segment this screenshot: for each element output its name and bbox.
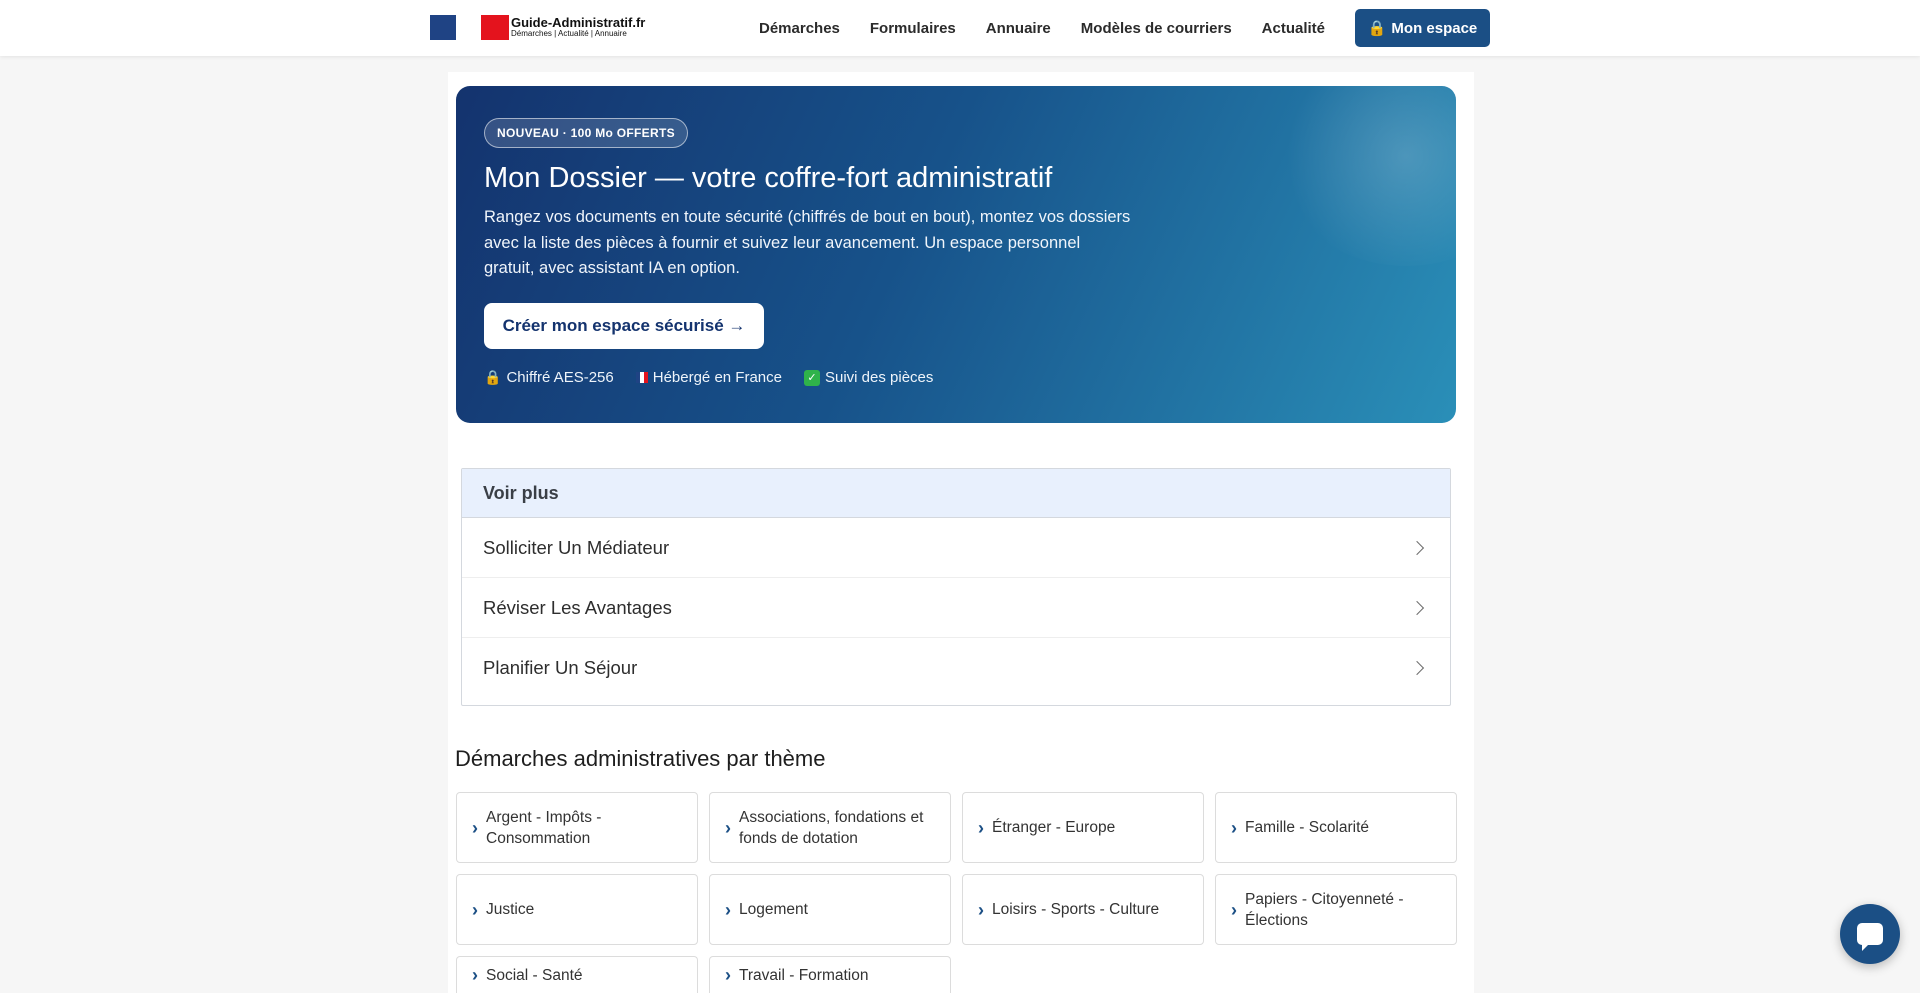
- chevron-right-icon: [1409, 600, 1425, 615]
- chevron-right-icon: [1409, 540, 1425, 555]
- chevron-right-icon: [1409, 660, 1425, 676]
- theme-tile-papiers[interactable]: › Papiers - Citoyenneté - Élections: [1215, 874, 1457, 945]
- chevron-right-icon: ›: [725, 965, 731, 985]
- voir-plus-item[interactable]: Planifier Un Séjour: [462, 638, 1450, 698]
- chat-widget-button[interactable]: [1840, 904, 1900, 964]
- logo-text: Guide-Administratif.fr Démarches | Actua…: [511, 16, 645, 38]
- theme-tile-argent[interactable]: › Argent - Impôts - Consommation: [456, 792, 698, 863]
- feature-tracking: ✓ Suivi des pièces: [803, 369, 934, 386]
- voir-plus-item-label: Réviser Les Avantages: [483, 596, 672, 618]
- theme-tile-associations[interactable]: › Associations, fondations et fonds de d…: [709, 792, 951, 863]
- logo-subtitle: Démarches | Actualité | Annuaire: [511, 29, 627, 38]
- chevron-right-icon: ›: [472, 899, 478, 920]
- theme-label: Loisirs - Sports - Culture: [992, 901, 1160, 918]
- chevron-right-icon: ›: [472, 817, 478, 838]
- feature-encryption: 🔒 Chiffré AES-256: [484, 369, 614, 386]
- voir-plus-item[interactable]: Solliciter Un Médiateur: [462, 518, 1450, 578]
- create-secure-space-button[interactable]: Créer mon espace sécurisé →: [484, 303, 764, 349]
- nav-formulaires[interactable]: Formulaires: [870, 20, 956, 37]
- nav-actualite[interactable]: Actualité: [1262, 20, 1325, 37]
- chevron-right-icon: ›: [1231, 817, 1237, 838]
- mon-espace-label: Mon espace: [1391, 19, 1478, 37]
- theme-label: Logement: [739, 901, 808, 918]
- chevron-right-icon: ›: [725, 817, 731, 838]
- chevron-right-icon: ›: [978, 899, 984, 920]
- mon-espace-button[interactable]: 🔒 Mon espace: [1355, 9, 1490, 47]
- nav-annuaire[interactable]: Annuaire: [986, 20, 1051, 37]
- banner-glow: [1276, 86, 1456, 266]
- voir-plus-item-label: Planifier Un Séjour: [483, 657, 638, 678]
- lock-icon: 🔒: [484, 369, 502, 385]
- top-navigation-bar: Guide-Administratif.fr Démarches | Actua…: [0, 0, 1920, 56]
- logo-title: Guide-Administratif.fr: [511, 15, 646, 30]
- chevron-right-icon: ›: [1231, 899, 1237, 920]
- chevron-right-icon: ›: [472, 965, 478, 985]
- theme-label: Associations, fondations et fonds de dot…: [739, 808, 924, 847]
- banner-title: Mon Dossier — votre coffre-fort administ…: [484, 162, 1053, 194]
- theme-tile-loisirs[interactable]: › Loisirs - Sports - Culture: [962, 874, 1204, 945]
- theme-tile-social[interactable]: › Social - Santé: [456, 956, 698, 993]
- theme-label: Social - Santé: [486, 966, 583, 984]
- banner-description: Rangez vos documents en toute sécurité (…: [484, 208, 1131, 277]
- chat-bubble-icon: [1857, 923, 1883, 951]
- new-offer-badge: NOUVEAU · 100 Mo OFFERTS: [484, 118, 688, 148]
- feature-hosting: Hébergé en France: [635, 369, 782, 386]
- nav-demarches[interactable]: Démarches: [759, 20, 840, 37]
- mon-dossier-banner: NOUVEAU · 100 Mo OFFERTS Mon Dossier — v…: [456, 86, 1456, 423]
- theme-label: Justice: [486, 901, 535, 918]
- banner-features: 🔒 Chiffré AES-256 Hébergé en France ✓ Su…: [484, 369, 955, 386]
- voir-plus-box: Voir plus Solliciter Un Médiateur Révise…: [461, 468, 1451, 706]
- feature-tracking-label: Suivi des pièces: [824, 369, 934, 386]
- site-logo[interactable]: Guide-Administratif.fr Démarches | Actua…: [430, 14, 645, 40]
- themes-section-title: Démarches administratives par thème: [455, 746, 826, 771]
- logo-blue-square: [430, 14, 456, 40]
- logo-red-square: [481, 14, 509, 40]
- chevron-right-icon: ›: [725, 899, 731, 920]
- theme-label: Travail - Formation: [739, 966, 869, 984]
- check-icon: ✓: [803, 369, 820, 386]
- theme-tile-logement[interactable]: › Logement: [709, 874, 951, 945]
- nav-modeles-courriers[interactable]: Modèles de courriers: [1081, 20, 1232, 37]
- voir-plus-item[interactable]: Réviser Les Avantages: [462, 578, 1450, 638]
- theme-tile-travail[interactable]: › Travail - Formation: [709, 956, 951, 993]
- chevron-right-icon: ›: [978, 817, 984, 838]
- feature-hosting-label: Hébergé en France: [652, 369, 782, 386]
- french-flag-icon: [635, 372, 648, 383]
- lock-icon: 🔒: [1367, 20, 1387, 37]
- theme-label: Argent - Impôts - Consommation: [486, 808, 602, 847]
- theme-tile-etranger[interactable]: › Étranger - Europe: [962, 792, 1204, 863]
- theme-tile-justice[interactable]: › Justice: [456, 874, 698, 945]
- voir-plus-item-label: Solliciter Un Médiateur: [483, 536, 670, 558]
- theme-label: Étranger - Europe: [992, 819, 1116, 836]
- main-nav: Démarches Formulaires Annuaire Modèles d…: [759, 0, 1325, 56]
- theme-label: Papiers - Citoyenneté - Élections: [1245, 890, 1404, 929]
- theme-tile-famille[interactable]: › Famille - Scolarité: [1215, 792, 1457, 863]
- voir-plus-title: Voir plus: [462, 469, 1450, 518]
- theme-label: Famille - Scolarité: [1245, 819, 1370, 836]
- feature-encryption-label: Chiffré AES-256: [506, 369, 614, 386]
